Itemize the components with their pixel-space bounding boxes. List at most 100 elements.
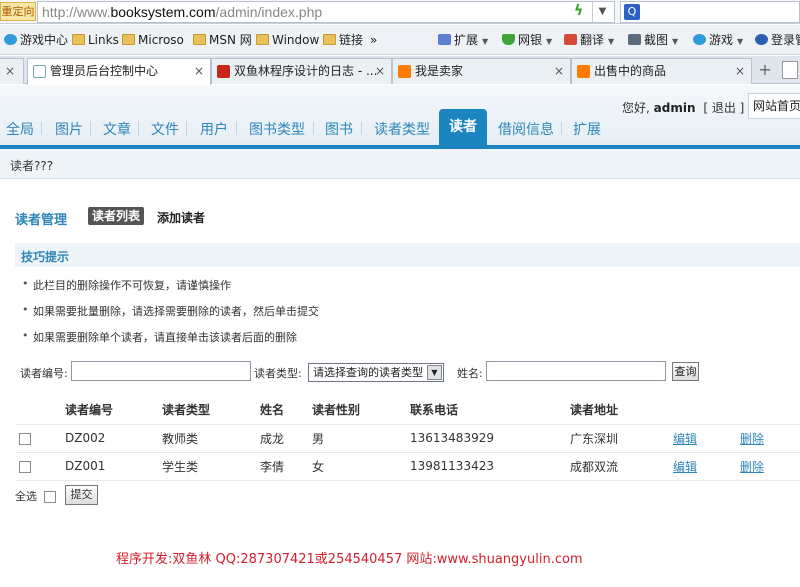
tip-item: 如果需要删除单个读者，请直接单击该读者后面的删除 xyxy=(22,329,297,345)
url-prefix: http://www. xyxy=(42,4,111,20)
lightning-icon[interactable]: ϟ xyxy=(574,3,588,21)
bookmarks-bar: 游戏中心 Links Microso MSN 网 Window 链接 » 扩展 ▼… xyxy=(0,25,800,55)
search-icon[interactable]: Q xyxy=(624,4,640,20)
table-header-row: 读者编号 读者类型 姓名 读者性别 联系电话 读者地址 xyxy=(15,396,800,425)
chevron-down-icon: ▼ xyxy=(737,37,744,46)
reader-gender-cell: 女 xyxy=(312,452,410,481)
games-button[interactable]: 游戏 ▼ xyxy=(693,32,743,48)
tab-reader-list[interactable]: 读者列表 xyxy=(88,207,145,225)
name-input[interactable] xyxy=(486,361,666,381)
bookmark-item[interactable]: 游戏中心 xyxy=(4,32,68,48)
select-all-checkbox[interactable] xyxy=(43,491,56,503)
nav-divider xyxy=(561,121,562,135)
nav-item-articles[interactable]: 文章 xyxy=(103,119,131,139)
nav-divider xyxy=(236,121,237,135)
nav-item-books[interactable]: 图书 xyxy=(325,119,353,139)
main-nav: 全局 图片 文章 文件 用户 图书类型 图书 读者类型 读者 借阅信息 扩展 xyxy=(0,109,800,145)
nav-item-reader-types[interactable]: 读者类型 xyxy=(374,119,430,139)
nav-divider xyxy=(90,121,91,135)
banking-button[interactable]: 网银 ▼ xyxy=(502,32,552,48)
reader-no-cell: DZ002 xyxy=(65,424,162,453)
login-manager-button[interactable]: 登录管 xyxy=(755,32,800,48)
tab-add-reader[interactable]: 添加读者 xyxy=(157,209,205,226)
delete-link[interactable]: 删除 xyxy=(740,432,764,446)
select-all-label: 全选 xyxy=(15,490,37,503)
close-icon[interactable]: × xyxy=(5,59,15,83)
column-header: 读者编号 xyxy=(65,396,162,425)
column-header: 联系电话 xyxy=(410,396,570,425)
section-title: 读者管理 xyxy=(15,213,68,228)
nav-item-files[interactable]: 文件 xyxy=(151,119,179,139)
reader-table: 读者编号 读者类型 姓名 读者性别 联系电话 读者地址 DZ002 教师类 成龙… xyxy=(15,396,800,481)
column-header: 读者类型 xyxy=(162,396,260,425)
nav-item-book-types[interactable]: 图书类型 xyxy=(249,119,305,139)
nav-divider xyxy=(313,121,314,135)
nav-item-global[interactable]: 全局 xyxy=(6,119,34,139)
tip-item: 此栏目的删除操作不可恢复，请谨慎操作 xyxy=(22,277,231,293)
nav-item-extensions[interactable]: 扩展 xyxy=(573,119,601,139)
translate-button[interactable]: 翻译 ▼ xyxy=(564,32,614,48)
bookmark-item[interactable]: Links xyxy=(72,32,119,48)
browser-tab-products[interactable]: 出售中的商品 × xyxy=(571,58,752,84)
nav-divider xyxy=(361,121,362,135)
table-row: DZ002 教师类 成龙 男 13613483929 广东深圳 编辑 删除 xyxy=(15,424,800,453)
bookmark-item[interactable]: MSN 网 xyxy=(193,32,252,48)
nav-item-users[interactable]: 用户 xyxy=(200,119,228,139)
bookmark-item[interactable]: 链接 xyxy=(323,32,363,48)
nav-item-readers[interactable]: 读者 xyxy=(439,109,487,145)
chevron-down-icon: ▼ xyxy=(427,365,442,380)
row-checkbox[interactable] xyxy=(19,432,31,445)
edit-link[interactable]: 编辑 xyxy=(673,432,697,446)
taobao-icon xyxy=(398,65,411,78)
search-input[interactable]: Q xyxy=(620,1,800,23)
column-header: 读者性别 xyxy=(312,396,410,425)
footer-credits: 程序开发:双鱼林 QQ:287307421或254540457 网站:www.s… xyxy=(116,552,583,567)
close-icon[interactable]: × xyxy=(194,59,204,83)
close-icon[interactable]: × xyxy=(554,59,564,83)
submit-button[interactable]: 提交 xyxy=(65,485,98,505)
reader-no-input[interactable] xyxy=(71,361,251,381)
screenshot-button[interactable]: 截图 ▼ xyxy=(628,32,678,48)
search-form: 读者编号: 读者类型: 请选择查询的读者类型 ▼ 姓名: 查询 xyxy=(20,361,800,383)
tab-list-button[interactable] xyxy=(782,61,798,79)
bookmark-item[interactable]: Microso xyxy=(122,32,184,48)
reader-type-select[interactable]: 请选择查询的读者类型 ▼ xyxy=(308,363,444,382)
delete-link[interactable]: 删除 xyxy=(740,460,764,474)
browser-tab-seller[interactable]: 我是卖家 × xyxy=(392,58,571,84)
nav-item-borrow-info[interactable]: 借阅信息 xyxy=(498,119,554,139)
bulk-actions: 全选 提交 xyxy=(15,485,98,505)
bookmark-item[interactable]: Window xyxy=(256,32,319,48)
nav-item-images[interactable]: 图片 xyxy=(55,119,83,139)
extensions-button[interactable]: 扩展 ▼ xyxy=(438,32,488,48)
close-icon[interactable]: × xyxy=(735,59,745,83)
chevron-down-icon: ▼ xyxy=(546,37,553,46)
url-dropdown-button[interactable]: ▼ xyxy=(592,2,612,22)
query-button[interactable]: 查询 xyxy=(672,362,699,381)
edit-link[interactable]: 编辑 xyxy=(673,460,697,474)
row-checkbox[interactable] xyxy=(19,460,31,473)
close-icon[interactable]: × xyxy=(375,59,385,83)
blog-icon xyxy=(217,65,230,78)
bookmarks-overflow-button[interactable]: » xyxy=(370,32,377,48)
reader-phone-cell: 13981133423 xyxy=(410,452,570,481)
reader-address-cell: 成都双流 xyxy=(570,452,673,481)
reader-no-label: 读者编号: xyxy=(20,367,68,380)
tips-title: 技巧提示 xyxy=(21,250,70,264)
browser-tab-scroll-left[interactable]: × xyxy=(0,58,24,84)
admin-page: 您好, admin [ 退出 ] 网站首页 全局 图片 文章 文件 用户 图书类… xyxy=(0,85,800,587)
folder-icon xyxy=(256,34,269,45)
browser-tab-admin[interactable]: 管理员后台控制中心 × xyxy=(27,58,211,85)
folder-icon xyxy=(72,34,85,45)
tip-item: 如果需要批量删除，请选择需要删除的读者，然后单击提交 xyxy=(22,303,319,319)
new-tab-button[interactable]: + xyxy=(755,60,775,80)
chevron-down-icon: ▼ xyxy=(482,37,489,46)
column-header: 读者地址 xyxy=(570,396,673,425)
browser-tab-blog[interactable]: 双鱼林程序设计的日志 - ... × xyxy=(211,58,392,84)
url-path: /admin/index.php xyxy=(215,4,323,20)
reader-address-cell: 广东深圳 xyxy=(570,424,673,453)
breadcrumb: 读者??? xyxy=(0,149,800,179)
folder-icon xyxy=(122,34,135,45)
nav-divider xyxy=(186,121,187,135)
url-input[interactable]: http://www.booksystem.com/admin/index.ph… xyxy=(37,1,615,23)
game-icon xyxy=(693,34,706,45)
